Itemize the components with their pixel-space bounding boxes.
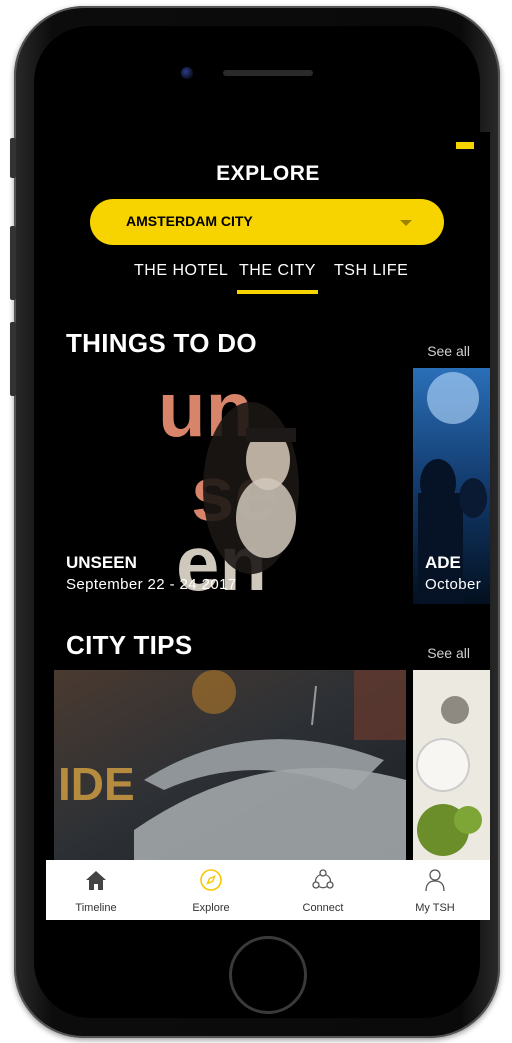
tabbar-my-tsh[interactable]: My TSH	[391, 860, 479, 920]
umbrellas-photo: IDE	[54, 670, 406, 860]
mute-switch	[10, 138, 16, 178]
front-camera	[181, 67, 193, 79]
home-icon	[86, 871, 106, 890]
city-tips-see-all-link[interactable]: See all	[427, 645, 470, 661]
event-card-ade-date: October	[425, 576, 482, 593]
city-dropdown[interactable]: AMSTERDAM CITY	[90, 199, 444, 245]
earpiece-speaker	[223, 70, 313, 76]
tab-the-hotel[interactable]: THE HOTEL	[134, 262, 228, 280]
food-table-photo	[413, 670, 490, 860]
event-card-unseen-date: September 22 - 24 2017	[66, 576, 237, 593]
things-to-do-see-all-link[interactable]: See all	[427, 343, 470, 359]
tabbar-my-tsh-label: My TSH	[415, 902, 455, 914]
tabbar-connect-label: Connect	[302, 902, 344, 914]
status-indicator	[456, 142, 474, 149]
city-tip-card-2[interactable]	[413, 670, 490, 860]
tab-the-city[interactable]: THE CITY	[237, 262, 318, 294]
chevron-down-icon	[400, 220, 412, 226]
tabbar-connect[interactable]: Connect	[279, 860, 367, 920]
volume-up-button	[10, 226, 16, 300]
city-tips-heading: CITY TIPS	[66, 630, 193, 660]
volume-down-button	[10, 322, 16, 396]
page-title: EXPLORE	[216, 162, 320, 185]
city-dropdown-value: AMSTERDAM CITY	[126, 213, 253, 229]
tab-tsh-life[interactable]: TSH LIFE	[334, 262, 408, 280]
things-to-do-heading: THINGS TO DO	[66, 328, 257, 358]
city-tip-card-1[interactable]: IDE	[54, 670, 406, 860]
home-button[interactable]	[229, 936, 307, 1014]
tabbar-explore[interactable]: Explore	[167, 860, 255, 920]
app-screen: EXPLORE AMSTERDAM CITY THE HOTEL THE CIT…	[46, 132, 490, 920]
explore-tabs: THE HOTEL THE CITY TSH LIFE	[46, 262, 490, 296]
tabbar-timeline[interactable]: Timeline	[52, 860, 140, 920]
event-card-ade-title: ADE	[425, 553, 461, 572]
tabbar-explore-label: Explore	[192, 902, 230, 914]
tabbar-timeline-label: Timeline	[75, 902, 117, 914]
connect-icon	[312, 869, 334, 889]
svg-text:IDE: IDE	[58, 758, 135, 810]
user-icon	[425, 869, 445, 892]
event-card-unseen-title: UNSEEN	[66, 553, 137, 572]
bottom-tab-bar: Timeline Explore Connect My TSH	[46, 860, 490, 920]
compass-icon	[200, 869, 222, 891]
